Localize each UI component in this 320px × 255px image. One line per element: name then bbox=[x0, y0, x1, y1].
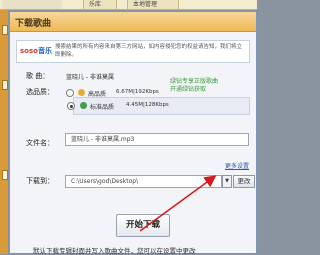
browse-button[interactable]: 更改 bbox=[233, 175, 255, 188]
sidebar-button[interactable] bbox=[2, 80, 8, 90]
dialog-titlebar: 下载歌曲 bbox=[10, 12, 256, 32]
hq-info: 6.67M|192Kbps bbox=[116, 89, 159, 95]
sq-label: 标准品质 bbox=[90, 104, 115, 111]
soso-notice-text: 搜索结果的所有内容来自第三方网站，如内容侵犯您的权益请告知，我们将立即删除。 bbox=[55, 44, 243, 58]
start-download-button[interactable]: 开始下载 bbox=[116, 214, 170, 237]
more-settings-link[interactable]: 更多设置 bbox=[225, 161, 249, 170]
left-sidebar-strip bbox=[0, 10, 8, 254]
soso-notice-bar: soso音乐 搜索结果的所有内容来自第三方网站，如内容侵犯您的权益请告知，我们将… bbox=[16, 40, 250, 63]
download-to-label: 下载到： bbox=[26, 177, 54, 185]
sq-info: 4.45M|128Kbps bbox=[126, 102, 169, 108]
filename-label: 文件名： bbox=[26, 139, 54, 147]
top-bar-blank bbox=[2, 0, 62, 9]
song-value: 蓝晓儿 - 非谁莫属 bbox=[66, 74, 114, 81]
download-path-input[interactable]: C:\Users\god\Desktop\ bbox=[65, 175, 222, 188]
song-label: 歌 曲： bbox=[26, 72, 50, 80]
window-top-bar: 乐库 本地管理 bbox=[0, 0, 257, 10]
sq-radio[interactable] bbox=[67, 102, 75, 110]
green-note-line1: 绿钻专享正版歌曲 bbox=[170, 78, 219, 85]
quality-label: 选品质： bbox=[26, 88, 54, 96]
tab-library[interactable]: 乐库 bbox=[83, 0, 117, 9]
standard-quality-row[interactable]: 标准品质 4.45M|128Kbps bbox=[67, 97, 250, 115]
path-dropdown-button[interactable]: ▼ bbox=[222, 175, 232, 188]
tab-local-manage[interactable]: 本地管理 bbox=[127, 0, 179, 9]
download-dialog: 下载歌曲 soso音乐 搜索结果的所有内容来自第三方网站，如内容侵犯您的权益请告… bbox=[9, 11, 257, 254]
soso-logo: soso音乐 bbox=[20, 47, 52, 55]
filename-input[interactable]: 蓝晓儿 - 非谁莫属.mp3 bbox=[65, 133, 249, 146]
sq-quality-icon bbox=[80, 102, 87, 109]
hq-radio[interactable] bbox=[66, 89, 74, 97]
dialog-title: 下载歌曲 bbox=[15, 19, 52, 29]
green-vip-note[interactable]: 绿钻专享正版歌曲 开通绿钻获取 bbox=[170, 78, 218, 94]
hq-quality-icon bbox=[78, 89, 85, 96]
sidebar-button[interactable] bbox=[2, 25, 8, 35]
sidebar-button[interactable] bbox=[2, 170, 8, 180]
green-note-line2: 开通绿钻获取 bbox=[170, 86, 207, 93]
